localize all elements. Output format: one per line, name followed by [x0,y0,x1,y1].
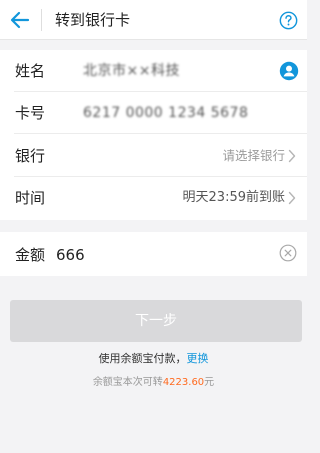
title-bar: 转到银行卡 [0,0,307,40]
bank-label: 银行 [15,147,46,165]
arrival-time-select[interactable]: 明天23:59前到账 [183,189,285,207]
name-label: 姓名 [15,62,46,80]
name-row[interactable]: 姓名 北京市××科技 [0,50,307,92]
clear-icon[interactable] [279,244,297,262]
back-arrow-icon[interactable] [8,8,32,32]
payment-method-line: 使用余额宝付款，更换 [0,352,307,366]
chevron-right-icon [288,149,296,163]
card-number-field[interactable]: 6217 0000 1234 5678 [83,103,248,123]
balance-amount: 4223.60 [162,377,205,388]
amount-label: 金额 [15,246,46,264]
card-label: 卡号 [15,104,46,122]
amount-section: 金额 666 [0,232,307,276]
row-divider [14,133,307,134]
time-label: 时间 [15,189,46,207]
bank-select[interactable]: 请选择银行 [222,147,285,165]
balance-prefix: 余额宝本次可转 [92,377,163,388]
name-field[interactable]: 北京市××科技 [83,61,180,81]
amount-input[interactable]: 666 [56,245,85,265]
help-icon[interactable] [279,11,298,30]
recipient-form: 姓名 北京市××科技 卡号 6217 0000 1234 5678 银行 请选择… [0,50,307,220]
change-payment-link[interactable]: 更换 [187,352,209,365]
bank-row[interactable]: 银行 请选择银行 [0,135,307,177]
contact-icon[interactable] [279,61,299,81]
page-title: 转到银行卡 [55,11,131,29]
time-row[interactable]: 时间 明天23:59前到账 [0,177,307,219]
chevron-right-icon [288,191,296,205]
balance-info: 余额宝本次可转4223.60元 [0,376,307,390]
card-row[interactable]: 卡号 6217 0000 1234 5678 [0,92,307,134]
payment-method-text: 使用余额宝付款， [98,352,187,365]
header-divider [41,9,42,31]
balance-suffix: 元 [204,377,215,388]
next-step-button[interactable]: 下一步 [10,300,302,342]
